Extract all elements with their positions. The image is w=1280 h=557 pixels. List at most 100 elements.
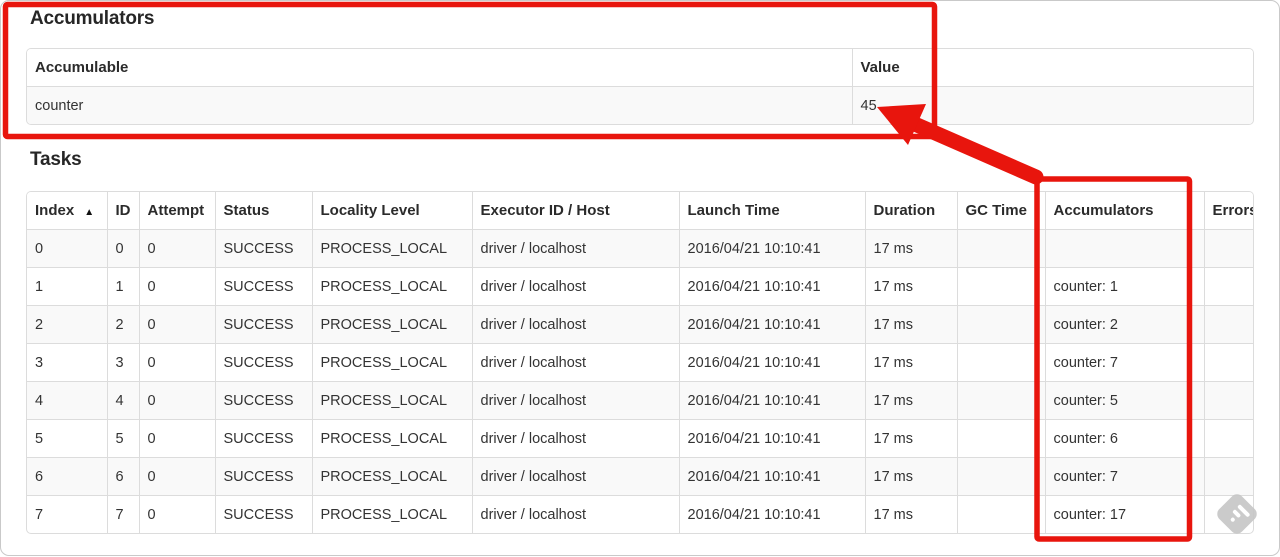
accumulators-header-row: Accumulable Value: [27, 49, 1253, 87]
locality-level-header-label: Locality Level: [320, 202, 420, 219]
status-cell: SUCCESS: [214, 381, 312, 420]
locality-level-cell: PROCESS_LOCAL: [311, 419, 472, 458]
locality-level-cell: PROCESS_LOCAL: [311, 343, 472, 382]
task-row: 6 6 0 SUCCESS PROCESS_LOCAL driver / loc…: [27, 457, 1253, 496]
value-header-label: Value: [860, 59, 900, 76]
errors-cell: [1203, 381, 1253, 420]
launch-time-cell: 2016/04/21 10:10:41: [678, 343, 865, 382]
accumulators-cell: counter: 7: [1044, 343, 1204, 382]
gc-time-cell: [956, 419, 1045, 458]
launch-time-cell: 2016/04/21 10:10:41: [678, 381, 865, 420]
index-cell: 2: [27, 305, 107, 344]
locality-level-column-header[interactable]: Locality Level: [311, 192, 472, 230]
tasks-header-row: Index ▲ ID Attempt Status Locality Level …: [27, 192, 1253, 230]
accumulator-row: counter 45: [27, 86, 1253, 124]
gc-time-cell: [956, 267, 1045, 306]
accumulators-table: Accumulable Value counter 45: [26, 48, 1254, 125]
accumulators-cell: counter: 6: [1044, 419, 1204, 458]
attempt-header-label: Attempt: [147, 202, 205, 219]
task-row: 7 7 0 SUCCESS PROCESS_LOCAL driver / loc…: [27, 495, 1253, 533]
value-column-header[interactable]: Value: [851, 49, 1253, 87]
gc-time-cell: [956, 229, 1045, 268]
accumulators-cell: counter: 5: [1044, 381, 1204, 420]
gc-time-cell: [956, 457, 1045, 496]
locality-level-cell: PROCESS_LOCAL: [311, 305, 472, 344]
id-cell: 7: [106, 495, 139, 533]
gc-time-cell: [956, 381, 1045, 420]
attempt-cell: 0: [138, 419, 215, 458]
errors-cell: [1203, 267, 1253, 306]
screenshot-frame: Accumulators Accumulable Value counter 4…: [0, 0, 1280, 556]
errors-cell: [1203, 419, 1253, 458]
errors-column-header[interactable]: Errors: [1203, 192, 1253, 230]
launch-time-cell: 2016/04/21 10:10:41: [678, 267, 865, 306]
index-cell: 3: [27, 343, 107, 382]
index-cell: 7: [27, 495, 107, 533]
attempt-column-header[interactable]: Attempt: [138, 192, 215, 230]
duration-cell: 17 ms: [864, 419, 957, 458]
duration-cell: 17 ms: [864, 457, 957, 496]
index-cell: 5: [27, 419, 107, 458]
executor-id-host-cell: driver / localhost: [471, 495, 679, 533]
executor-id-host-cell: driver / localhost: [471, 457, 679, 496]
errors-cell: [1203, 305, 1253, 344]
executor-id-host-column-header[interactable]: Executor ID / Host: [471, 192, 679, 230]
id-cell: 6: [106, 457, 139, 496]
accumulable-column-header[interactable]: Accumulable: [27, 49, 852, 87]
status-cell: SUCCESS: [214, 229, 312, 268]
accumulators-header-label: Accumulators: [1053, 202, 1154, 219]
index-header-label: Index: [35, 202, 75, 219]
launch-time-cell: 2016/04/21 10:10:41: [678, 229, 865, 268]
duration-cell: 17 ms: [864, 495, 957, 533]
locality-level-cell: PROCESS_LOCAL: [311, 267, 472, 306]
red-arrow-shaft: [909, 117, 1044, 185]
id-column-header[interactable]: ID: [106, 192, 139, 230]
status-cell: SUCCESS: [214, 343, 312, 382]
status-cell: SUCCESS: [214, 267, 312, 306]
accumulable-header-label: Accumulable: [35, 59, 129, 76]
executor-id-host-cell: driver / localhost: [471, 381, 679, 420]
sort-ascending-icon: ▲: [84, 207, 95, 218]
accumulators-cell: [1044, 229, 1204, 268]
index-column-header[interactable]: Index ▲: [27, 192, 107, 230]
status-cell: SUCCESS: [214, 495, 312, 533]
status-header-label: Status: [223, 202, 270, 219]
duration-column-header[interactable]: Duration: [864, 192, 957, 230]
duration-cell: 17 ms: [864, 343, 957, 382]
launch-time-cell: 2016/04/21 10:10:41: [678, 419, 865, 458]
status-column-header[interactable]: Status: [214, 192, 312, 230]
gc-time-column-header[interactable]: GC Time: [956, 192, 1045, 230]
locality-level-cell: PROCESS_LOCAL: [311, 457, 472, 496]
index-cell: 6: [27, 457, 107, 496]
executor-id-host-header-label: Executor ID / Host: [480, 202, 610, 219]
attempt-cell: 0: [138, 495, 215, 533]
id-header-label: ID: [115, 202, 131, 219]
duration-cell: 17 ms: [864, 381, 957, 420]
executor-id-host-cell: driver / localhost: [471, 419, 679, 458]
executor-id-host-cell: driver / localhost: [471, 305, 679, 344]
locality-level-cell: PROCESS_LOCAL: [311, 381, 472, 420]
accumulators-column-header[interactable]: Accumulators: [1044, 192, 1204, 230]
attempt-cell: 0: [138, 267, 215, 306]
id-cell: 3: [106, 343, 139, 382]
launch-time-cell: 2016/04/21 10:10:41: [678, 495, 865, 533]
task-row: 1 1 0 SUCCESS PROCESS_LOCAL driver / loc…: [27, 267, 1253, 306]
accumulators-cell: counter: 1: [1044, 267, 1204, 306]
tasks-table: Index ▲ ID Attempt Status Locality Level …: [26, 191, 1254, 534]
attempt-cell: 0: [138, 343, 215, 382]
accumulators-cell: counter: 7: [1044, 457, 1204, 496]
status-cell: SUCCESS: [214, 419, 312, 458]
accumulators-section-title: Accumulators: [30, 8, 155, 29]
launch-time-column-header[interactable]: Launch Time: [678, 192, 865, 230]
task-row: 0 0 0 SUCCESS PROCESS_LOCAL driver / loc…: [27, 229, 1253, 268]
locality-level-cell: PROCESS_LOCAL: [311, 495, 472, 533]
attempt-cell: 0: [138, 457, 215, 496]
gc-time-cell: [956, 305, 1045, 344]
errors-cell: [1203, 343, 1253, 382]
gc-time-header-label: GC Time: [965, 202, 1027, 219]
gc-time-cell: [956, 343, 1045, 382]
id-cell: 5: [106, 419, 139, 458]
launch-time-cell: 2016/04/21 10:10:41: [678, 457, 865, 496]
gc-time-cell: [956, 495, 1045, 533]
locality-level-cell: PROCESS_LOCAL: [311, 229, 472, 268]
